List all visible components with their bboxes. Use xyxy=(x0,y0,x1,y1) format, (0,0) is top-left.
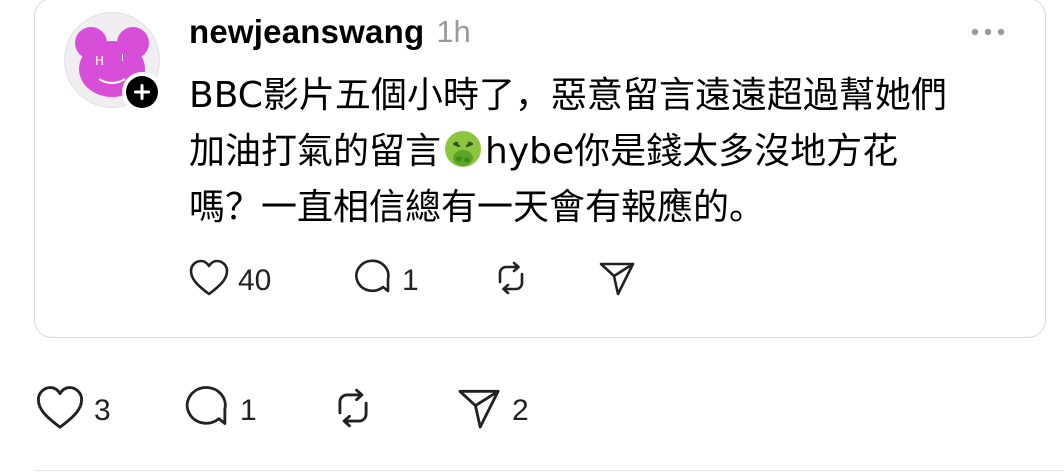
post-text-line: 加油打氣的留言 hybe你是錢太多沒地方花 xyxy=(189,124,1019,180)
post-text-line: 嗎？一直相信總有一天會有報應的。 xyxy=(189,187,766,228)
post-header: newjeanswang 1h xyxy=(189,10,471,54)
repost-icon xyxy=(328,384,378,437)
like-count: 3 xyxy=(94,393,111,427)
reply-count: 1 xyxy=(240,393,257,427)
like-button[interactable]: 3 xyxy=(34,384,111,437)
share-count: 2 xyxy=(512,393,529,427)
repost-icon xyxy=(490,258,532,303)
reply-button[interactable]: 1 xyxy=(182,384,257,437)
reply-button[interactable]: 1 xyxy=(352,258,419,303)
share-button[interactable]: 2 xyxy=(454,384,529,437)
timestamp: 1h xyxy=(436,14,471,49)
like-button[interactable]: 40 xyxy=(188,258,271,303)
more-options-icon[interactable] xyxy=(968,22,1008,42)
nauseated-face-emoji xyxy=(443,129,483,169)
comment-icon xyxy=(182,384,232,437)
heart-icon xyxy=(188,258,230,303)
plus-icon xyxy=(126,76,158,108)
like-count: 40 xyxy=(238,263,272,297)
username[interactable]: newjeanswang xyxy=(189,13,424,51)
send-icon xyxy=(454,384,504,437)
follow-button[interactable] xyxy=(122,72,162,112)
repost-button[interactable] xyxy=(328,384,378,437)
post-text-segment: 加油打氣的留言 xyxy=(189,131,442,172)
svg-text:I: I xyxy=(121,53,124,64)
reply-count: 1 xyxy=(402,263,419,297)
send-icon xyxy=(596,258,638,303)
repost-button[interactable] xyxy=(490,258,532,303)
heart-icon xyxy=(34,384,86,437)
comment-icon xyxy=(352,258,394,303)
post-text-line: BBC影片五個小時了，惡意留言遠遠超過幫她們 xyxy=(189,75,947,116)
share-button[interactable] xyxy=(596,258,638,303)
divider xyxy=(34,470,1064,471)
post-text: BBC影片五個小時了，惡意留言遠遠超過幫她們 加油打氣的留言 hybe你是錢太多… xyxy=(189,68,1019,236)
svg-text:H: H xyxy=(95,54,104,68)
post-text-segment: hybe你是錢太多沒地方花 xyxy=(485,131,899,172)
